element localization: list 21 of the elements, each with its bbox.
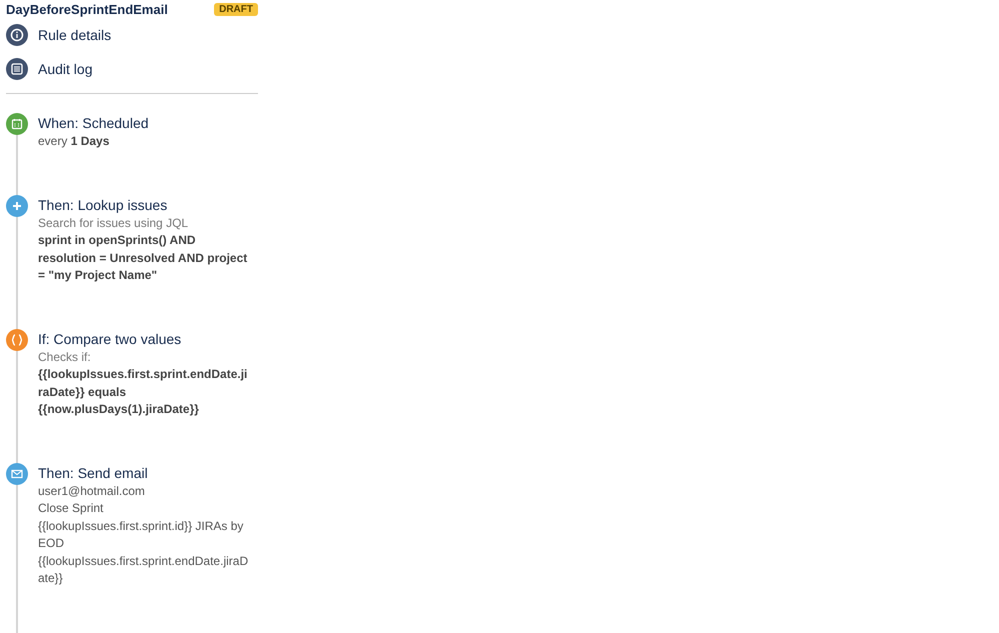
status-badge: DRAFT (214, 2, 258, 16)
step-detail: {{lookupIssues.first.sprint.endDate.jiraDate}} equals {{now.plusDays(1).jiraDate}} (38, 366, 248, 418)
step-detail: sprint in openSprints() AND resolution = Unresolved AND project = "my Project Name" (38, 232, 248, 284)
mail-icon (6, 462, 28, 484)
step-heading[interactable]: Then: Lookup issues (38, 194, 252, 214)
step-detail: Checks if: (38, 348, 92, 366)
rule-title: DayBeforeSprintEndEmail (6, 2, 168, 16)
step-heading[interactable]: When: Scheduled (38, 113, 252, 133)
step-detail: Close Sprint {{lookupIssues.first.sprint.id}} JIRAs by EOD {{lookupIssues.first.sprint.endDate.jiraDate}} (38, 500, 250, 587)
nav-link[interactable]: Rule details (38, 27, 112, 43)
step-detail: Search for issues using JQL (38, 214, 190, 232)
info-icon (6, 24, 28, 46)
calendar-icon (6, 113, 28, 135)
step-detail: user1@hotmail.com (38, 482, 146, 500)
plus-icon (6, 194, 28, 216)
step-detail: every 1 Days (38, 133, 110, 150)
braces-icon (6, 328, 28, 350)
step-heading[interactable]: If: Compare two values (38, 328, 252, 348)
list-icon (6, 58, 28, 80)
step-heading[interactable]: Then: Send email (38, 462, 252, 482)
nav-link[interactable]: Audit log (38, 61, 92, 77)
